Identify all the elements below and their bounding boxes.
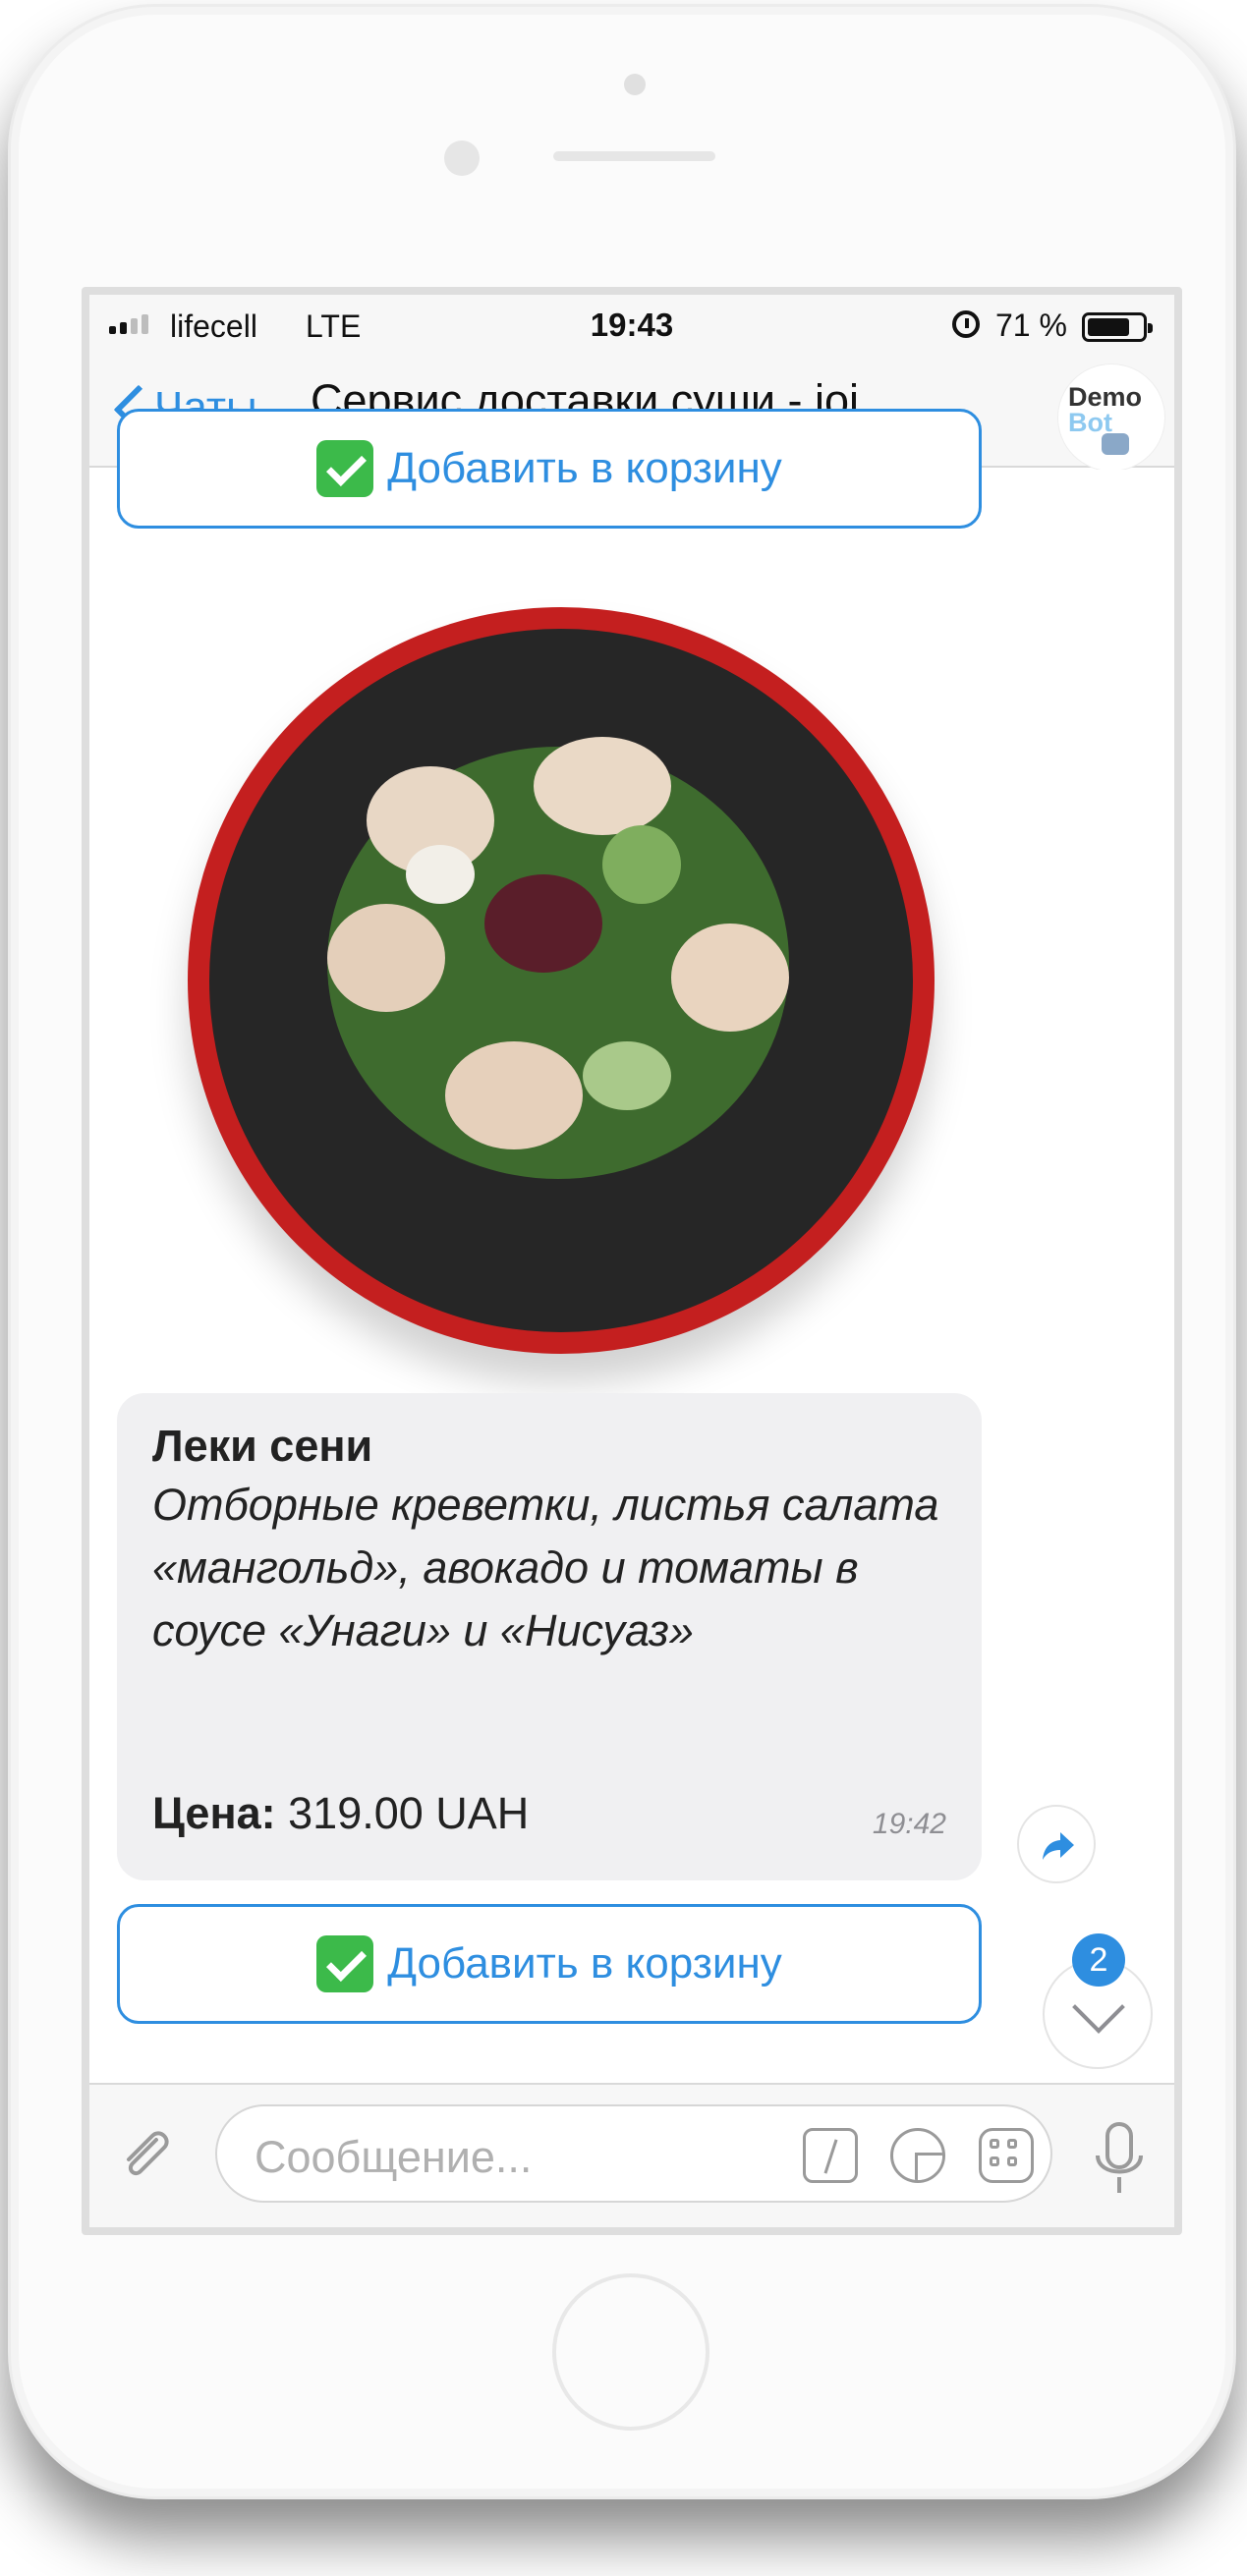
dish-price: Цена: 319.00 UAH (152, 1788, 529, 1839)
check-mark-icon (316, 1935, 374, 1992)
avatar-line1: Demo (1068, 382, 1143, 412)
message-bubble[interactable]: Леки сени Отборные креветки, листья сала… (117, 1393, 982, 1880)
alarm-icon (952, 310, 980, 338)
phone-frame: lifecell LTE 19:43 71 % Чаты Сервис дост… (8, 4, 1236, 2499)
message-time: 19:42 (872, 1808, 946, 1840)
dish-photo[interactable] (188, 607, 935, 1354)
bot-avatar[interactable]: Demo Bot (1057, 364, 1165, 472)
command-icon[interactable] (803, 2128, 858, 2183)
add-to-cart-label: Добавить в корзину (387, 444, 782, 492)
home-button[interactable] (552, 2273, 709, 2431)
sticker-icon[interactable] (890, 2128, 945, 2183)
check-mark-icon (316, 440, 374, 497)
mic-icon[interactable] (1090, 2120, 1149, 2199)
dish-description: Отборные креветки, листья салата «мангол… (152, 1480, 939, 1655)
robot-icon (1102, 433, 1129, 455)
screen: lifecell LTE 19:43 71 % Чаты Сервис дост… (82, 287, 1182, 2235)
price-value: 319.00 UAH (288, 1788, 530, 1838)
unread-badge: 2 (1072, 1933, 1125, 1987)
chat-area[interactable]: Добавить в корзину Леки сени Отборные кр… (89, 409, 1174, 2069)
avatar-line2: Bot (1068, 408, 1112, 437)
keyboard-icon[interactable] (979, 2128, 1034, 2183)
share-button[interactable] (1017, 1805, 1096, 1883)
share-icon (1043, 1832, 1074, 1860)
battery-icon (1082, 312, 1153, 342)
front-sensor (624, 74, 646, 95)
dish-name: Леки сени (152, 1421, 373, 1471)
add-to-cart-button-previous[interactable]: Добавить в корзину (117, 409, 982, 529)
status-bar: lifecell LTE 19:43 71 % (89, 295, 1174, 354)
price-label: Цена: (152, 1788, 276, 1838)
attach-icon[interactable] (117, 2124, 174, 2187)
message-placeholder: Сообщение... (255, 2132, 533, 2182)
message-composer: Сообщение... (89, 2083, 1174, 2227)
add-to-cart-label: Добавить в корзину (387, 1939, 782, 1988)
battery-percent: 71 % (995, 308, 1067, 343)
earpiece-speaker (553, 151, 715, 161)
message-input[interactable]: Сообщение... (215, 2104, 1052, 2203)
front-camera (444, 140, 480, 176)
add-to-cart-button[interactable]: Добавить в корзину (117, 1904, 982, 2024)
